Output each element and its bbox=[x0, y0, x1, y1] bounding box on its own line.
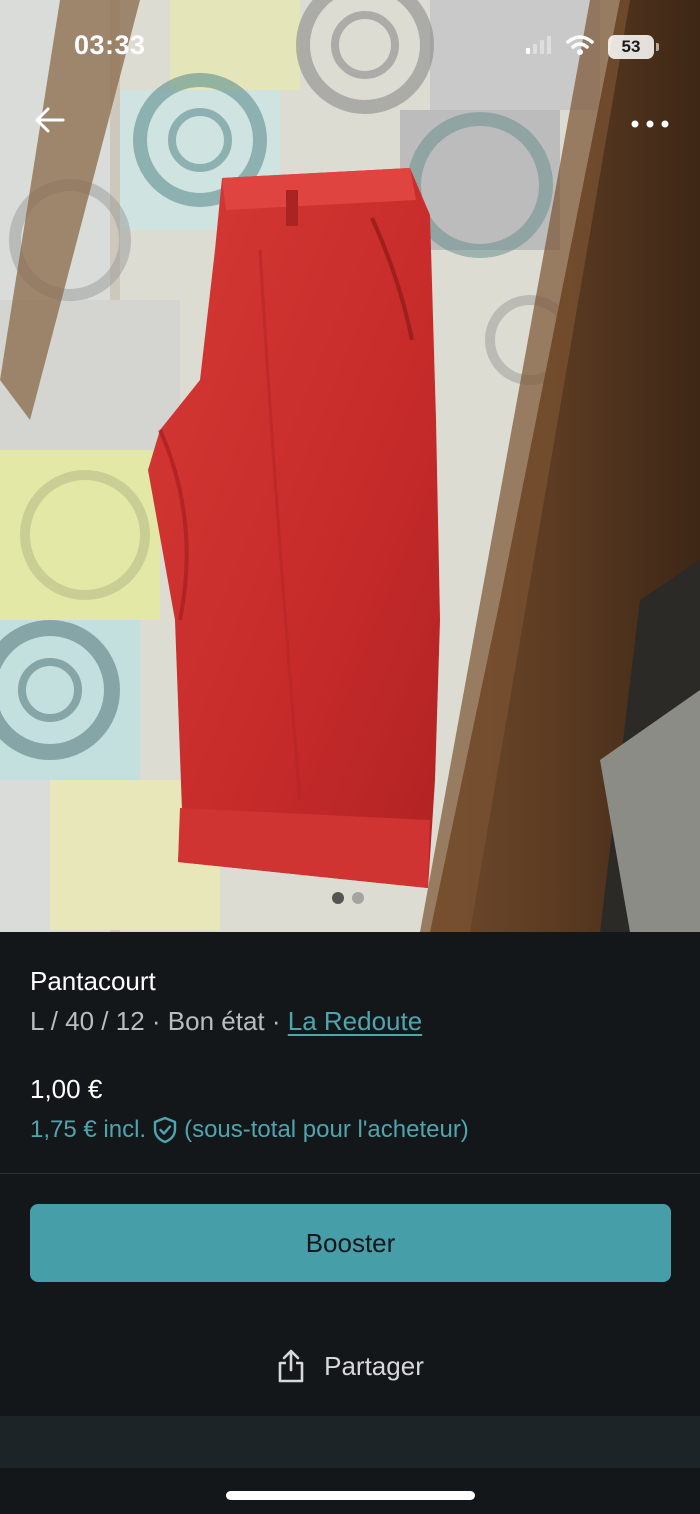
red-pants-photo bbox=[0, 0, 700, 932]
status-bar: 03:33 53 bbox=[0, 0, 700, 95]
buyer-protection-price[interactable]: 1,75 € incl. (sous-total pour l'acheteur… bbox=[30, 1116, 469, 1144]
arrow-left-icon bbox=[35, 107, 65, 133]
share-icon bbox=[278, 1349, 304, 1383]
item-price: 1,00 € bbox=[30, 1074, 103, 1104]
item-meta: L / 40 / 12 · Bon état · La Redoute bbox=[30, 1006, 422, 1037]
price-incl-amount: 1,75 € incl. bbox=[30, 1116, 147, 1143]
item-title: Pantacourt bbox=[30, 966, 156, 996]
bottom-panel bbox=[0, 1416, 700, 1468]
wifi-icon bbox=[566, 34, 594, 61]
back-button[interactable] bbox=[30, 100, 70, 140]
booster-button[interactable]: Booster bbox=[30, 1204, 671, 1282]
signal-icon bbox=[526, 35, 552, 60]
share-label: Partager bbox=[324, 1350, 424, 1381]
item-size-condition: L / 40 / 12 · Bon état · bbox=[30, 1006, 288, 1036]
battery-icon: 53 bbox=[608, 35, 659, 59]
gallery-pagination bbox=[332, 892, 364, 904]
shield-check-icon bbox=[153, 1116, 177, 1144]
pagination-dot-active[interactable] bbox=[332, 892, 344, 904]
pagination-dot[interactable] bbox=[352, 892, 364, 904]
brand-link[interactable]: La Redoute bbox=[288, 1006, 422, 1036]
status-time: 03:33 bbox=[74, 30, 146, 60]
share-button[interactable]: Partager bbox=[0, 1336, 700, 1396]
price-incl-note: (sous-total pour l'acheteur) bbox=[184, 1116, 469, 1143]
more-horizontal-icon bbox=[631, 120, 669, 128]
item-photo[interactable]: 03:33 53 bbox=[0, 0, 700, 932]
home-indicator[interactable] bbox=[226, 1491, 475, 1500]
more-options-button[interactable] bbox=[624, 104, 676, 144]
divider bbox=[0, 1173, 700, 1174]
status-icons: 53 bbox=[526, 34, 659, 61]
